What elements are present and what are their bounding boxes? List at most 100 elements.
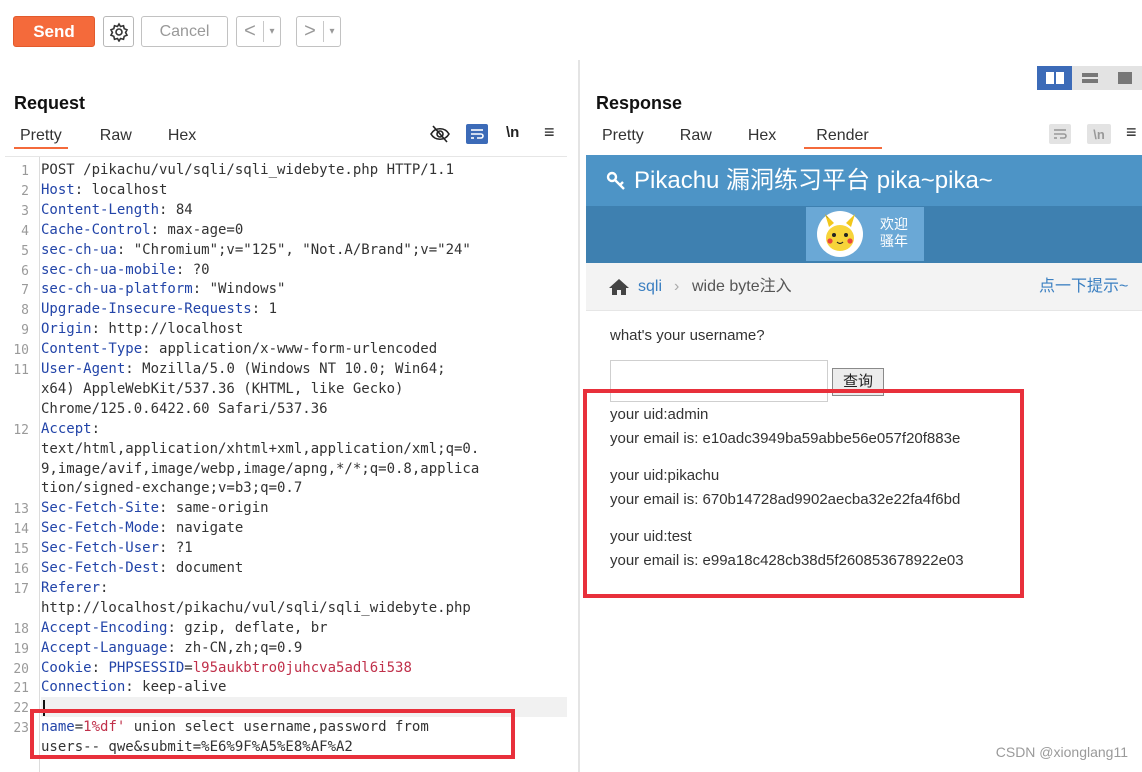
header-name: Sec-Fetch-User [41, 540, 160, 557]
code-line[interactable]: Accept-Encoding: gzip, deflate, br [41, 620, 328, 636]
code-text: : document [159, 560, 244, 576]
forward-nav-group: > ▾ [296, 16, 341, 47]
header-name: Content-Type [41, 341, 143, 358]
code-line[interactable]: http://localhost/pikachu/vul/sqli/sqli_w… [41, 600, 471, 616]
split-vertical-button[interactable] [1072, 66, 1107, 90]
line-number: 16 [13, 562, 29, 577]
hide-icon[interactable] [429, 124, 451, 144]
username-prompt: what's your username? [610, 327, 765, 344]
newline-icon[interactable]: \n [506, 124, 519, 141]
line-number: 2 [21, 183, 29, 199]
settings-button[interactable] [103, 16, 134, 47]
line-number: 12 [13, 422, 29, 438]
panel-divider[interactable] [578, 60, 580, 772]
send-button[interactable]: Send [13, 16, 95, 47]
code-line[interactable]: Content-Type: application/x-www-form-url… [41, 341, 437, 357]
home-icon[interactable] [608, 278, 630, 296]
code-line[interactable]: sec-ch-ua: "Chromium";v="125", "Not.A/Br… [41, 242, 471, 258]
watermark: CSDN @xionglang11 [995, 744, 1128, 760]
response-wrap-icon[interactable] [1049, 124, 1071, 144]
code-line[interactable]: text/html,application/xhtml+xml,applicat… [41, 441, 479, 457]
code-line[interactable]: Host: localhost [41, 182, 167, 198]
line-number: 11 [13, 363, 29, 378]
code-line[interactable]: sec-ch-ua-platform: "Windows" [41, 281, 285, 297]
code-text: x64) AppleWebKit/537.36 (KHTML, like Gec… [41, 380, 404, 397]
gutter-divider [39, 157, 40, 772]
line-number: 23 [13, 721, 29, 737]
forward-button[interactable]: > [297, 17, 323, 46]
breadcrumb-separator: › [674, 278, 680, 295]
header-name: Cookie [41, 659, 92, 676]
code-line[interactable]: sec-ch-ua-mobile: ?0 [41, 262, 210, 278]
code-line[interactable]: 9,image/avif,image/webp,image/apng,*/*;q… [41, 461, 479, 477]
code-line[interactable]: Content-Length: 84 [41, 202, 193, 218]
line-number: 19 [13, 641, 29, 657]
line-number: 8 [21, 303, 29, 319]
header-name: Origin [41, 321, 92, 338]
header-name: Accept [41, 420, 92, 437]
forward-history-dropdown[interactable]: ▾ [323, 21, 340, 42]
code-line[interactable]: Sec-Fetch-Dest: document [41, 560, 243, 576]
code-line[interactable]: Sec-Fetch-User: ?1 [41, 540, 193, 556]
tab-response-hex[interactable]: Hex [742, 125, 782, 149]
breadcrumb-sqli-link[interactable]: sqli [638, 263, 662, 311]
tab-response-pretty[interactable]: Pretty [596, 125, 650, 149]
code-line[interactable]: Sec-Fetch-Site: same-origin [41, 500, 269, 516]
line-number: 9 [21, 323, 29, 339]
rows-icon [1081, 73, 1098, 83]
code-text: : 1 [251, 301, 278, 318]
gear-icon [109, 21, 128, 42]
header-name: Upgrade-Insecure-Requests [41, 301, 252, 318]
line-number: 15 [13, 542, 29, 558]
tab-request-hex[interactable]: Hex [162, 125, 202, 149]
code-line[interactable]: Connection: keep-alive [41, 679, 226, 695]
line-number: 14 [13, 522, 29, 538]
hint-link[interactable]: 点一下提示~ [1039, 263, 1128, 311]
response-menu-icon[interactable]: ≡ [1126, 122, 1137, 143]
back-button[interactable]: < [237, 17, 263, 46]
menu-icon[interactable]: ≡ [544, 122, 555, 143]
header-name: Cache-Control [41, 221, 151, 238]
tab-request-pretty[interactable]: Pretty [14, 125, 68, 149]
tab-response-raw[interactable]: Raw [674, 125, 718, 149]
code-line[interactable]: Chrome/125.0.6422.60 Safari/537.36 [41, 401, 328, 417]
single-pane-button[interactable] [1107, 66, 1142, 90]
wrap-lines-icon[interactable] [466, 124, 488, 144]
code-line[interactable]: Accept: [41, 421, 100, 437]
code-line[interactable]: tion/signed-exchange;v=b3;q=0.7 [41, 480, 302, 496]
header-name: Sec-Fetch-Mode [41, 520, 160, 537]
header-name: Referer [41, 579, 101, 596]
greeting: 欢迎 骚年 [880, 216, 908, 250]
pikachu-title: Pikachu 漏洞练习平台 pika~pika~ [634, 167, 993, 194]
code-line[interactable]: Cache-Control: max-age=0 [41, 222, 243, 238]
code-line[interactable]: User-Agent: Mozilla/5.0 (Windows NT 10.0… [41, 361, 446, 377]
code-line[interactable]: Cookie: PHPSESSID=l95aukbtro0juhcva5adl6… [41, 660, 412, 676]
pikachu-avatar [817, 211, 863, 257]
header-name: Sec-Fetch-Dest [41, 560, 160, 576]
code-line[interactable]: Sec-Fetch-Mode: navigate [41, 520, 243, 536]
key-icon [606, 171, 625, 190]
response-newline-icon[interactable]: \n [1087, 124, 1111, 144]
highlight-results-box [583, 389, 1024, 598]
line-number: 10 [13, 343, 29, 359]
code-text: : 84 [159, 201, 193, 218]
header-name: sec-ch-ua [41, 241, 117, 258]
code-line[interactable]: Referer: [41, 580, 108, 596]
header-name: sec-ch-ua-platform [41, 281, 193, 298]
request-editor[interactable]: 1 POST /pikachu/vul/sqli/sqli_widebyte.ph… [5, 156, 567, 772]
code-line[interactable]: POST /pikachu/vul/sqli/sqli_widebyte.php… [41, 162, 454, 178]
tab-request-raw[interactable]: Raw [94, 125, 138, 149]
highlight-payload-box [30, 709, 515, 759]
back-history-dropdown[interactable]: ▾ [263, 21, 280, 42]
user-avatar-block[interactable]: 欢迎 骚年 [806, 207, 924, 261]
code-line[interactable]: Upgrade-Insecure-Requests: 1 [41, 301, 277, 317]
response-title: Response [596, 93, 683, 113]
code-line[interactable]: Origin: http://localhost [41, 321, 243, 337]
header-name: Accept-Language [41, 639, 168, 656]
code-text: : same-origin [159, 500, 269, 517]
cancel-button[interactable]: Cancel [141, 16, 228, 47]
code-line[interactable]: x64) AppleWebKit/537.36 (KHTML, like Gec… [41, 381, 403, 397]
tab-response-render[interactable]: Render [804, 125, 882, 149]
code-line[interactable]: Accept-Language: zh-CN,zh;q=0.9 [41, 640, 302, 656]
split-horizontal-button[interactable] [1037, 66, 1072, 90]
